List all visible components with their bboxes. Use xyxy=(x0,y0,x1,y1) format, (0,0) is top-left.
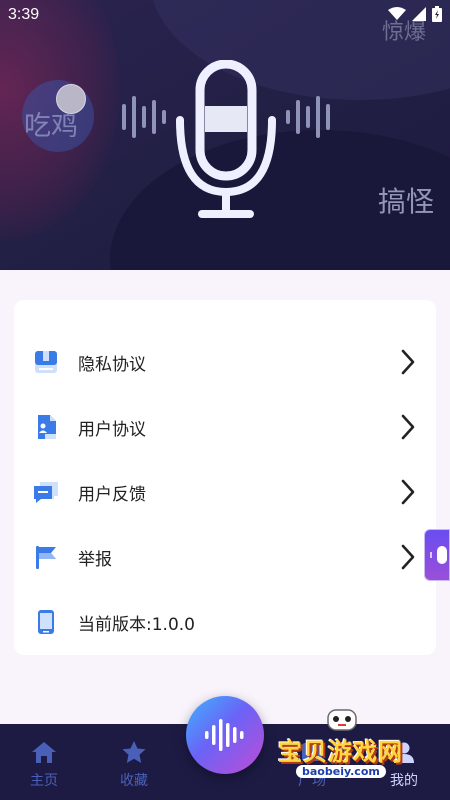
chevron-right-icon xyxy=(401,479,415,505)
version-row: 当前版本:1.0.0 xyxy=(14,592,436,652)
settings-card: 隐私协议 用户协议 用户反馈 举报 当前版本:1.0.0 xyxy=(14,300,436,655)
watermark: 宝贝游戏网 baobeiy.com xyxy=(272,709,422,790)
nav-home[interactable]: 主页 xyxy=(14,740,74,790)
status-bar: 3:39 xyxy=(0,0,450,32)
chevron-right-icon xyxy=(401,544,415,570)
microphone-icon xyxy=(122,60,330,218)
watermark-title: 宝贝游戏网 xyxy=(278,738,403,766)
record-button[interactable] xyxy=(186,696,264,774)
wifi-icon xyxy=(388,7,406,20)
user-agreement-doc-icon xyxy=(38,415,56,439)
menu-item-user-agreement-label: 用户协议 xyxy=(78,419,146,440)
status-time: 3:39 xyxy=(8,6,40,23)
menu-item-privacy[interactable]: 隐私协议 xyxy=(14,332,436,392)
report-flag-icon xyxy=(36,546,56,569)
phone-icon xyxy=(38,610,54,634)
header-banner: 吃鸡 惊爆 搞怪 xyxy=(0,0,450,270)
star-icon xyxy=(122,741,146,763)
chevron-right-icon xyxy=(401,414,415,440)
floating-side-tab[interactable] xyxy=(424,529,450,581)
menu-item-report[interactable]: 举报 xyxy=(14,527,436,587)
menu-item-feedback-label: 用户反馈 xyxy=(78,484,146,505)
menu-item-feedback[interactable]: 用户反馈 xyxy=(14,462,436,522)
status-icons xyxy=(388,6,442,22)
nav-home-label: 主页 xyxy=(30,773,58,789)
nav-favorites[interactable]: 收藏 xyxy=(104,740,164,790)
version-label: 当前版本:1.0.0 xyxy=(78,614,195,635)
battery-icon xyxy=(432,6,442,22)
privacy-book-icon xyxy=(35,351,57,373)
chevron-right-icon xyxy=(401,349,415,375)
signal-icon xyxy=(412,7,426,21)
nav-favorites-label: 收藏 xyxy=(120,773,148,789)
home-icon xyxy=(32,742,56,763)
tag-gaoguai: 搞怪 xyxy=(378,185,435,218)
menu-item-user-agreement[interactable]: 用户协议 xyxy=(14,397,436,457)
microphone-icon xyxy=(430,546,447,564)
tag-chiji: 吃鸡 xyxy=(24,111,78,142)
menu-item-report-label: 举报 xyxy=(78,549,112,570)
sound-wave-icon xyxy=(205,719,244,751)
watermark-url: baobeiy.com xyxy=(296,765,386,778)
menu-item-privacy-label: 隐私协议 xyxy=(78,354,146,375)
feedback-chat-icon xyxy=(34,482,58,503)
